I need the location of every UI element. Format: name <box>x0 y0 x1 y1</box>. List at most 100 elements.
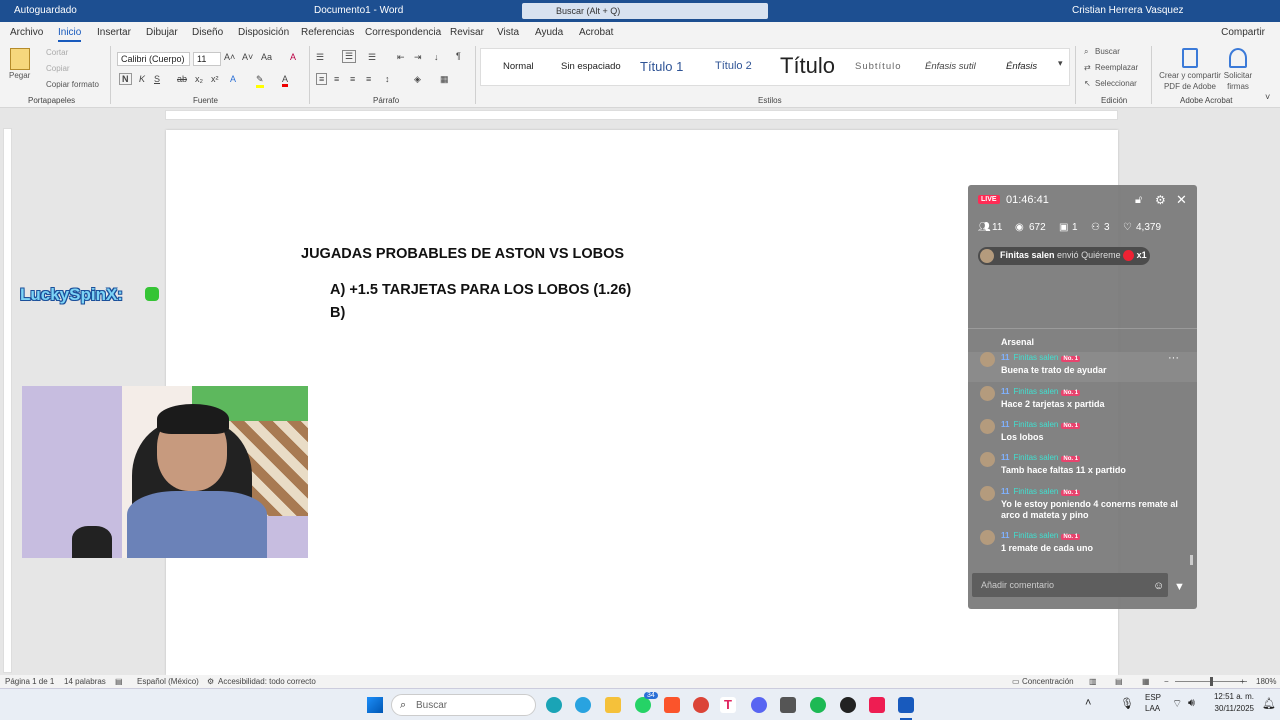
chat-username[interactable]: Finitas salen <box>1013 531 1058 540</box>
input-layout[interactable]: LAA <box>1145 704 1160 713</box>
bullets-icon[interactable]: ☰ <box>316 52 324 63</box>
clock-date[interactable]: 30/11/2025 <box>1208 704 1254 713</box>
numbering-icon[interactable]: ☰ <box>342 50 357 63</box>
subscript-icon[interactable]: x₂ <box>195 74 203 84</box>
brave-icon[interactable] <box>664 697 680 713</box>
windows-start-icon[interactable] <box>367 697 383 713</box>
tab-dibujar[interactable]: Dibujar <box>146 27 178 38</box>
highlight-icon[interactable]: ✎ <box>256 74 264 88</box>
chat-username[interactable]: Finitas salen <box>1013 487 1058 496</box>
font-name-select[interactable]: Calibri (Cuerpo) <box>117 52 190 66</box>
tab-vista[interactable]: Vista <box>497 27 519 38</box>
discord-icon[interactable] <box>751 697 767 713</box>
style-heading1[interactable]: Título 1 <box>640 59 683 74</box>
font-color-icon[interactable]: A <box>282 74 289 87</box>
paste-button[interactable]: Pegar <box>9 71 30 80</box>
chat-username[interactable]: Finitas salen <box>1013 387 1058 396</box>
word-count[interactable]: 14 palabras <box>64 677 106 686</box>
clipboard-icon[interactable] <box>10 48 30 70</box>
telegram-icon[interactable] <box>575 697 591 713</box>
font-size-select[interactable]: 11 <box>193 52 221 66</box>
word-icon[interactable] <box>898 697 914 713</box>
obs-icon[interactable] <box>840 697 856 713</box>
zoom-in-icon[interactable]: + <box>1240 677 1245 686</box>
style-normal[interactable]: Normal <box>503 61 534 72</box>
strikethrough-icon[interactable]: ab <box>177 74 187 84</box>
shrink-font-icon[interactable]: A˅ <box>242 52 253 62</box>
style-no-spacing[interactable]: Sin espaciado <box>561 61 621 72</box>
read-mode-icon[interactable]: ▥ <box>1089 677 1097 686</box>
bold-icon[interactable]: N <box>119 73 132 85</box>
cursor-icon[interactable]: ↖ <box>1084 79 1091 88</box>
tab-insertar[interactable]: Insertar <box>97 27 131 38</box>
document-heading[interactable]: JUGADAS PROBABLES DE ASTON VS LOBOS <box>301 246 624 262</box>
tab-diseno[interactable]: Diseño <box>192 27 223 38</box>
tab-inicio[interactable]: Inicio <box>58 27 82 42</box>
request-signatures-button[interactable]: Solicitar firmas <box>1222 70 1254 92</box>
chat-username[interactable]: Finitas salen <box>1013 453 1058 462</box>
more-icon[interactable]: ··· <box>1168 352 1179 364</box>
proofing-icon[interactable]: ▤ <box>115 677 123 686</box>
style-subtle-emphasis[interactable]: Énfasis sutil <box>925 61 976 72</box>
volume-icon[interactable]: 🔊︎ <box>1188 697 1195 710</box>
close-icon[interactable]: ✕ <box>1176 192 1187 208</box>
zoom-out-icon[interactable]: − <box>1164 677 1169 686</box>
accessibility-status[interactable]: Accesibilidad: todo correcto <box>218 677 316 686</box>
zoom-thumb[interactable] <box>1210 677 1213 686</box>
settings-icon[interactable]: ⚙︎ <box>1155 193 1166 207</box>
format-painter-button[interactable]: Copiar formato <box>46 80 99 89</box>
chat-username[interactable]: Finitas salen <box>1013 353 1058 362</box>
tab-acrobat[interactable]: Acrobat <box>579 27 613 38</box>
vertical-ruler[interactable] <box>3 128 12 673</box>
input-language[interactable]: ESP <box>1145 693 1161 702</box>
mic-icon[interactable]: 🎙︎ <box>1120 697 1134 710</box>
align-center-icon[interactable]: ≡ <box>334 74 339 84</box>
tab-correspondencia[interactable]: Correspondencia <box>365 27 441 38</box>
select-button[interactable]: Seleccionar <box>1095 79 1137 88</box>
chat-row[interactable]: 11 Finitas salen No. 1 Tamb hace faltas 11… <box>968 452 1197 482</box>
replace-button[interactable]: Reemplazar <box>1095 63 1138 72</box>
lock-icon[interactable]: 🔓︎ <box>1135 194 1142 207</box>
clear-format-icon[interactable]: A <box>290 52 296 62</box>
taskbar-search[interactable]: Buscar <box>391 694 536 716</box>
chat-row[interactable]: 11 Finitas salen No. 1 Buena te trato de a… <box>968 352 1197 382</box>
align-left-icon[interactable]: ≡ <box>316 73 328 85</box>
increase-indent-icon[interactable]: ⇥ <box>414 52 422 63</box>
accessibility-icon[interactable]: ⚙︎ <box>207 677 214 686</box>
emoji-icon[interactable]: ☺ <box>1153 580 1164 592</box>
create-pdf-button[interactable]: Crear y compartir PDF de Adobe <box>1158 70 1222 92</box>
pdf-icon[interactable] <box>1182 48 1198 68</box>
pilcrow-icon[interactable]: ¶ <box>456 51 461 61</box>
filter-icon[interactable]: ▼ <box>1174 581 1185 593</box>
autosave-label[interactable]: Autoguardado <box>14 5 77 16</box>
web-layout-icon[interactable]: ▦ <box>1142 677 1150 686</box>
tiktok-studio-icon[interactable]: T <box>720 697 736 713</box>
signature-icon[interactable] <box>1229 48 1247 68</box>
grow-font-icon[interactable]: A˄ <box>224 52 235 62</box>
chat-row[interactable]: 11 Finitas salen No. 1 Yo le estoy poniend… <box>968 486 1197 528</box>
search-input[interactable]: Buscar (Alt + Q) <box>522 3 768 19</box>
line-spacing-icon[interactable]: ↕ <box>385 74 390 84</box>
text-effects-icon[interactable]: A <box>230 74 236 84</box>
multilevel-list-icon[interactable]: ☰ <box>368 52 376 63</box>
list-item[interactable]: A) +1.5 TARJETAS PARA LOS LOBOS (1.26) <box>330 282 631 298</box>
sort-icon[interactable]: ↓ <box>434 52 439 62</box>
file-explorer-icon[interactable] <box>605 697 621 713</box>
find-button[interactable]: Buscar <box>1095 47 1120 56</box>
chat-row[interactable]: 11 Finitas salen No. 1 Hace 2 tarjetas x p… <box>968 386 1197 416</box>
wifi-icon[interactable]: ⌔ <box>1172 697 1182 711</box>
superscript-icon[interactable]: x² <box>211 74 219 84</box>
focus-mode[interactable]: Concentración <box>1022 677 1074 686</box>
cut-button[interactable]: Cortar <box>46 48 68 57</box>
copy-button[interactable]: Copiar <box>46 64 70 73</box>
chat-row[interactable]: Arsenal <box>968 328 1197 348</box>
spotify-icon[interactable] <box>810 697 826 713</box>
chrome-icon[interactable] <box>693 697 709 713</box>
chevron-up-icon[interactable]: ˄ <box>1085 697 1091 709</box>
tiktok-icon[interactable] <box>869 697 885 713</box>
tab-disposicion[interactable]: Disposición <box>238 27 289 38</box>
calculator-icon[interactable] <box>780 697 796 713</box>
focus-icon[interactable]: ▭ <box>1012 677 1020 686</box>
chat-scrollbar[interactable] <box>1190 555 1193 565</box>
justify-icon[interactable]: ≡ <box>366 74 371 84</box>
